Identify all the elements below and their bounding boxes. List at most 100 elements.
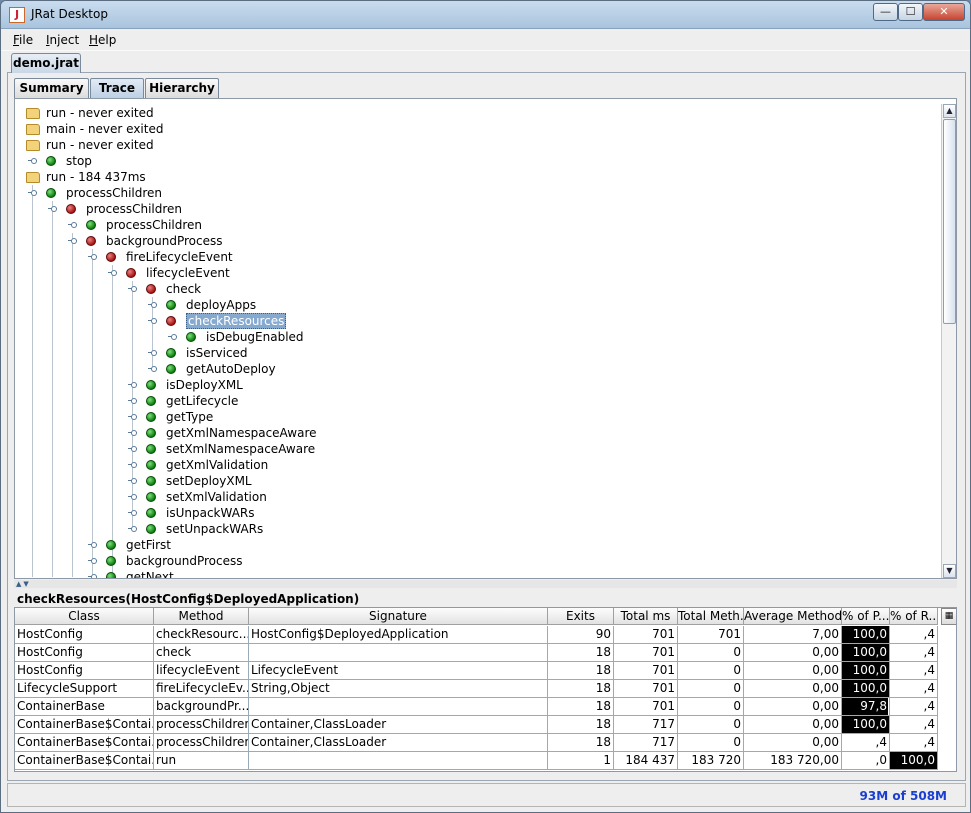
table-cell[interactable]: 100,0 <box>842 680 890 698</box>
column-header[interactable]: % of R... <box>890 608 938 625</box>
table-cell[interactable]: LifecycleEvent <box>249 662 548 680</box>
close-button[interactable]: ✕ <box>923 3 965 21</box>
table-cell[interactable]: 100,0 <box>842 644 890 662</box>
table-cell[interactable]: 184 437 <box>614 752 678 770</box>
column-header[interactable]: Method <box>154 608 249 625</box>
table-cell[interactable]: Container,ClassLoader <box>249 734 548 752</box>
table-cell[interactable]: 18 <box>548 734 614 752</box>
divider-arrows-icon[interactable]: ▲▼ <box>16 580 31 588</box>
table-cell[interactable]: 100,0 <box>842 716 890 734</box>
table-cell[interactable]: String,Object <box>249 680 548 698</box>
table-cell[interactable]: fireLifecycleEv... <box>154 680 249 698</box>
table-cell[interactable]: 701 <box>614 644 678 662</box>
tree-expand-handle-icon[interactable] <box>88 558 97 564</box>
table-cell[interactable]: HostConfig$DeployedApplication <box>249 626 548 644</box>
table-cell[interactable]: 183 720,00 <box>744 752 842 770</box>
scroll-thumb[interactable] <box>943 119 956 324</box>
tree-expand-handle-icon[interactable] <box>48 206 57 212</box>
menu-file[interactable]: File <box>13 33 33 47</box>
table-cell[interactable]: run <box>154 752 249 770</box>
title-bar[interactable]: J JRat Desktop — ☐ ✕ <box>1 1 970 29</box>
method-stats-table[interactable]: ▦ Class Method Signature Exits Total ms Total… <box>14 607 957 772</box>
tab-hierarchy[interactable]: Hierarchy <box>145 78 219 98</box>
table-cell[interactable] <box>249 698 548 716</box>
menu-help[interactable]: Help <box>89 33 116 47</box>
table-cell[interactable]: ContainerBase$Contai... <box>15 716 154 734</box>
table-cell[interactable] <box>249 752 548 770</box>
trace-tree[interactable]: run - never exited main - never exited run… <box>14 98 957 579</box>
table-cell[interactable]: ,0 <box>842 752 890 770</box>
table-cell[interactable]: 701 <box>614 680 678 698</box>
column-header[interactable]: Average Method... <box>744 608 842 625</box>
column-header[interactable]: Total Meth... <box>678 608 744 625</box>
table-cell[interactable]: lifecycleEvent <box>154 662 249 680</box>
table-cell[interactable]: processChildren <box>154 734 249 752</box>
table-cell[interactable]: ,4 <box>890 662 938 680</box>
tree-expand-handle-icon[interactable] <box>128 478 137 484</box>
tree-expand-handle-icon[interactable] <box>108 270 117 276</box>
tree-expand-handle-icon[interactable] <box>128 446 137 452</box>
table-cell[interactable]: 0,00 <box>744 734 842 752</box>
tree-expand-handle-icon[interactable] <box>128 494 137 500</box>
table-cell[interactable]: processChildren <box>154 716 249 734</box>
table-cell[interactable]: check <box>154 644 249 662</box>
tree-expand-handle-icon[interactable] <box>148 302 157 308</box>
tree-expand-handle-icon[interactable] <box>148 366 157 372</box>
table-cell[interactable]: HostConfig <box>15 644 154 662</box>
table-cell[interactable]: 18 <box>548 716 614 734</box>
tree-expand-handle-icon[interactable] <box>128 462 137 468</box>
table-cell[interactable]: ,4 <box>890 626 938 644</box>
memory-usage[interactable]: 93M of 508M <box>860 789 947 803</box>
tree-vertical-scrollbar[interactable]: ▲ ▼ <box>941 104 956 578</box>
table-cell[interactable]: 90 <box>548 626 614 644</box>
table-cell[interactable]: Container,ClassLoader <box>249 716 548 734</box>
table-cell[interactable]: 0 <box>678 734 744 752</box>
tree-expand-handle-icon[interactable] <box>148 350 157 356</box>
table-cell[interactable]: ContainerBase$Contai... <box>15 752 154 770</box>
table-cell[interactable]: 0 <box>678 644 744 662</box>
table-cell[interactable]: 0,00 <box>744 698 842 716</box>
table-cell[interactable]: ,4 <box>890 734 938 752</box>
table-cell[interactable]: HostConfig <box>15 626 154 644</box>
tree-expand-handle-icon[interactable] <box>128 510 137 516</box>
table-cell[interactable]: 0,00 <box>744 680 842 698</box>
tree-expand-handle-icon[interactable] <box>28 190 37 196</box>
tab-summary[interactable]: Summary <box>14 78 89 98</box>
column-header[interactable]: Signature <box>249 608 548 625</box>
column-header[interactable]: % of P... <box>842 608 890 625</box>
tree-expand-handle-icon[interactable] <box>68 222 77 228</box>
table-cell[interactable]: ,4 <box>890 644 938 662</box>
table-cell[interactable]: 701 <box>614 662 678 680</box>
table-cell[interactable]: 701 <box>614 626 678 644</box>
split-pane-divider[interactable]: ▲▼ <box>14 580 957 588</box>
tree-expand-handle-icon[interactable] <box>128 526 137 532</box>
table-cell[interactable]: 183 720 <box>678 752 744 770</box>
tree-expand-handle-icon[interactable] <box>88 542 97 548</box>
scroll-down-icon[interactable]: ▼ <box>943 564 956 578</box>
table-cell[interactable]: 100,0 <box>890 752 938 770</box>
tree-expand-handle-icon[interactable] <box>128 398 137 404</box>
table-cell[interactable]: 0 <box>678 662 744 680</box>
table-cell[interactable]: backgroundPr... <box>154 698 249 716</box>
table-cell[interactable]: 0,00 <box>744 716 842 734</box>
table-cell[interactable]: ,4 <box>890 698 938 716</box>
table-cell[interactable]: ,4 <box>890 716 938 734</box>
tab-trace[interactable]: Trace <box>90 78 144 98</box>
tree-expand-handle-icon[interactable] <box>168 334 177 340</box>
table-cell[interactable]: 701 <box>678 626 744 644</box>
column-header[interactable]: Exits <box>548 608 614 625</box>
table-cell[interactable]: 1 <box>548 752 614 770</box>
tree-expand-handle-icon[interactable] <box>88 574 97 578</box>
table-cell[interactable]: 18 <box>548 662 614 680</box>
table-cell[interactable]: 0 <box>678 698 744 716</box>
document-tab[interactable]: demo.jrat <box>11 53 81 73</box>
table-cell[interactable]: 100,0 <box>842 662 890 680</box>
table-cell[interactable]: 18 <box>548 644 614 662</box>
table-cell[interactable]: 18 <box>548 680 614 698</box>
scroll-up-icon[interactable]: ▲ <box>943 104 956 118</box>
table-cell[interactable]: 7,00 <box>744 626 842 644</box>
table-cell[interactable]: 717 <box>614 716 678 734</box>
table-cell[interactable]: 97,8 <box>842 698 890 716</box>
table-cell[interactable] <box>249 644 548 662</box>
minimize-button[interactable]: — <box>873 3 898 21</box>
